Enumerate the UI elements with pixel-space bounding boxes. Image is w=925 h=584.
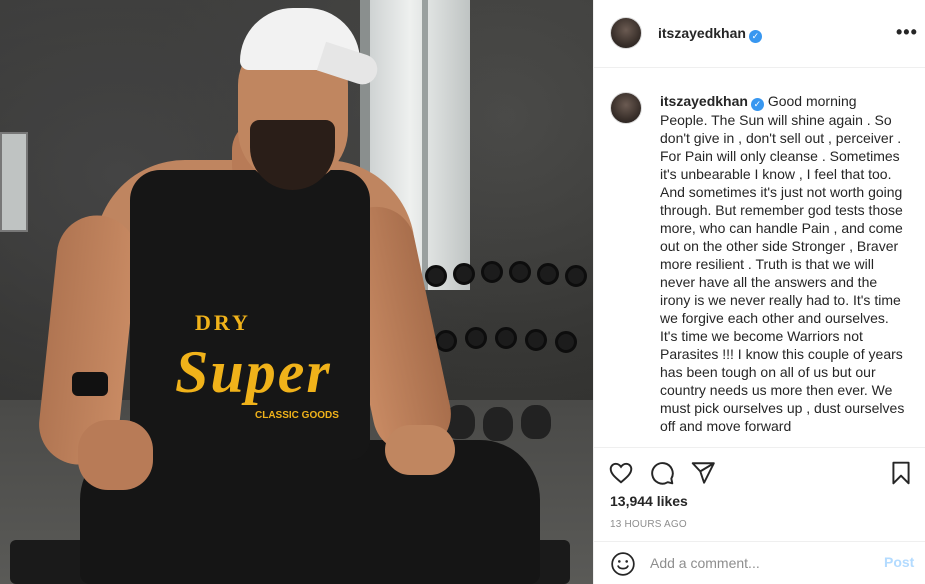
caption-username[interactable]: itszayedkhan (660, 93, 748, 109)
author-username[interactable]: itszayedkhan ✓ (658, 25, 762, 43)
smiley-icon[interactable] (610, 551, 636, 577)
more-options-icon[interactable]: ••• (896, 22, 918, 43)
comment-bar: Post (594, 541, 925, 584)
share-icon[interactable] (690, 460, 716, 486)
wristwatch (72, 372, 108, 396)
caption-text: itszayedkhan ✓ Good morning People. The S… (660, 92, 906, 435)
verified-badge-icon: ✓ (748, 30, 762, 43)
caption-area: itszayedkhan ✓ Good morning People. The S… (594, 69, 925, 447)
tank-print-line2: Super (175, 339, 332, 405)
author-username-text[interactable]: itszayedkhan (658, 25, 746, 41)
post-sidebar: itszayedkhan ✓ ••• itszayedkhan ✓ Good mor… (593, 0, 925, 584)
tank-print: DRY Super CLASSIC GOODS (175, 310, 345, 450)
person-right-hand (385, 425, 455, 475)
post-comment-button[interactable]: Post (884, 554, 914, 570)
caption-verified-icon: ✓ (750, 98, 764, 111)
heart-icon[interactable] (608, 460, 634, 486)
tank-print-line1: DRY (195, 310, 251, 335)
like-count[interactable]: 13,944 likes (610, 493, 688, 509)
wall-frame (0, 132, 28, 232)
tank-print-line3: CLASSIC GOODS (255, 410, 339, 421)
author-avatar[interactable] (610, 17, 642, 49)
comment-input[interactable] (650, 552, 870, 574)
action-bar (594, 447, 925, 497)
post-timestamp[interactable]: 13 HOURS AGO (610, 519, 687, 530)
comment-icon[interactable] (649, 460, 675, 486)
bookmark-icon[interactable] (888, 460, 914, 486)
post-photo[interactable]: DRY Super CLASSIC GOODS (0, 0, 593, 584)
post-header: itszayedkhan ✓ ••• (594, 0, 925, 68)
caption-avatar[interactable] (610, 92, 642, 124)
caption-body: Good morning People. The Sun will shine … (660, 93, 905, 434)
person-left-hand (78, 420, 153, 490)
